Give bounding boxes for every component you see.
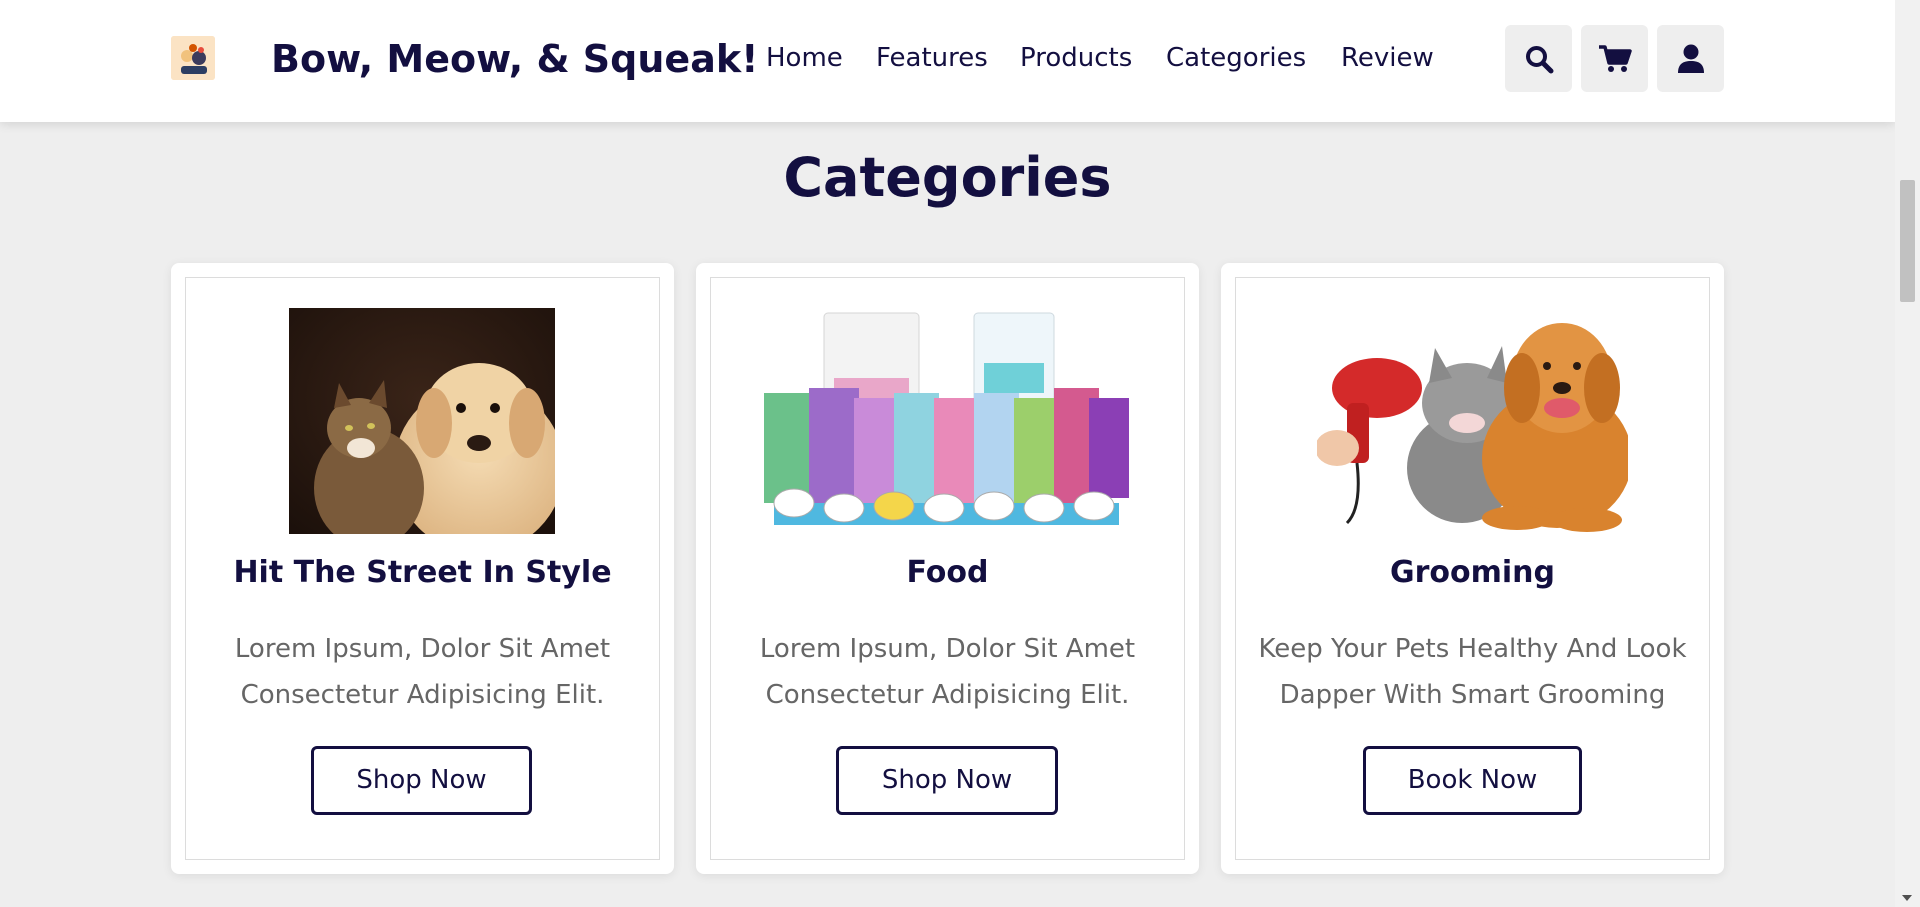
shop-now-button[interactable]: Shop Now [311, 746, 532, 815]
card-title: Food [906, 555, 989, 590]
cart-button[interactable] [1581, 25, 1648, 92]
nav-categories[interactable]: Categories [1166, 40, 1306, 76]
card-description: Keep Your Pets Healthy And Look Dapper W… [1241, 626, 1704, 718]
card-description-line: Keep Your Pets Healthy And Look [1258, 634, 1687, 664]
nav-home[interactable]: Home [766, 40, 843, 76]
card-title: Grooming [1389, 555, 1555, 590]
shop-now-button[interactable]: Shop Now [836, 746, 1058, 815]
card-description: Lorem Ipsum, Dolor Sit Amet Consectetur … [191, 626, 654, 718]
cart-icon [1598, 44, 1632, 72]
card-description-line: Consectetur Adipisicing Elit. [765, 680, 1130, 710]
card-description-line: Consectetur Adipisicing Elit. [240, 680, 605, 710]
book-now-button[interactable]: Book Now [1363, 746, 1582, 815]
scrollbar-thumb[interactable] [1900, 180, 1915, 302]
card-title: Hit The Street In Style [233, 555, 612, 590]
scroll-down-arrow-icon[interactable] [1902, 895, 1912, 901]
nav-products[interactable]: Products [1020, 40, 1132, 76]
card-description: Lorem Ipsum, Dolor Sit Amet Consectetur … [716, 626, 1179, 718]
brand-name[interactable]: Bow, Meow, & Squeak! [271, 34, 758, 84]
cat-and-dog-photo [289, 308, 555, 534]
search-button[interactable] [1505, 25, 1572, 92]
vertical-scrollbar[interactable] [1895, 0, 1920, 907]
nav-review[interactable]: Review [1341, 40, 1434, 76]
card-description-line: Lorem Ipsum, Dolor Sit Amet [759, 634, 1136, 664]
user-icon [1677, 44, 1704, 73]
pet-logo-icon[interactable] [171, 36, 215, 80]
page: Bow, Meow, & Squeak! Home Features Produ… [0, 0, 1920, 907]
section-title: Categories [783, 146, 1112, 209]
card-description-line: Dapper With Smart Grooming [1279, 680, 1666, 710]
grooming-pets-photo [1317, 308, 1628, 534]
header: Bow, Meow, & Squeak! Home Features Produ… [0, 0, 1895, 122]
search-icon [1525, 45, 1553, 73]
card-description-line: Lorem Ipsum, Dolor Sit Amet [234, 634, 611, 664]
nav-features[interactable]: Features [876, 40, 988, 76]
pet-food-products-photo [764, 308, 1129, 534]
user-button[interactable] [1657, 25, 1724, 92]
